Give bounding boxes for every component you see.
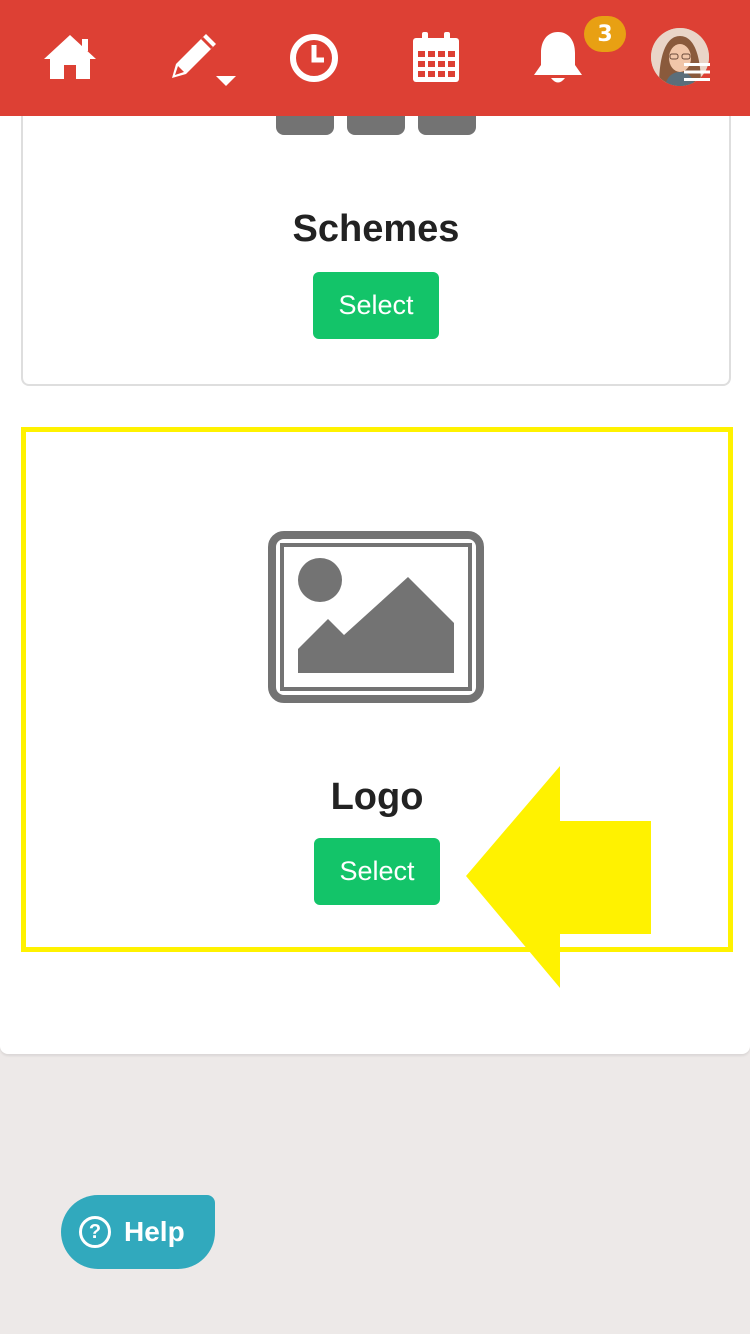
pencil-icon bbox=[172, 34, 236, 86]
chevron-down-icon bbox=[216, 76, 236, 86]
logo-select-button[interactable]: Select bbox=[314, 838, 440, 905]
top-nav-bar: 3 bbox=[0, 0, 750, 116]
clock-icon bbox=[290, 34, 338, 82]
calendar-icon bbox=[413, 32, 459, 82]
edit-menu-button[interactable] bbox=[162, 26, 242, 90]
question-icon: ? bbox=[79, 1216, 111, 1248]
time-button[interactable] bbox=[282, 26, 346, 90]
bell-icon bbox=[534, 32, 582, 83]
notification-badge: 3 bbox=[584, 16, 626, 52]
calendar-button[interactable] bbox=[404, 26, 468, 90]
home-icon bbox=[44, 35, 96, 79]
schemes-title: Schemes bbox=[292, 208, 460, 250]
highlight-arrow-icon bbox=[466, 766, 651, 988]
help-label: Help bbox=[124, 1216, 185, 1247]
notifications-button[interactable] bbox=[526, 26, 590, 90]
schemes-select-button[interactable]: Select bbox=[313, 272, 439, 339]
image-placeholder-icon bbox=[268, 531, 484, 703]
help-button[interactable]: ? Help bbox=[61, 1195, 215, 1269]
menu-icon[interactable] bbox=[684, 62, 710, 82]
home-button[interactable] bbox=[38, 26, 102, 90]
schemes-card: Schemes Select bbox=[21, 106, 731, 386]
